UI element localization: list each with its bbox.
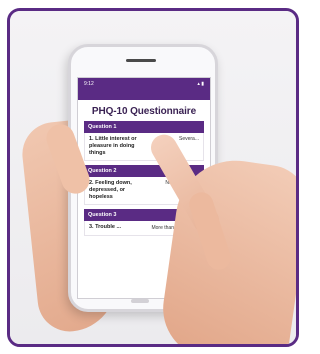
question-text: 1. Little interest or pleasure in doing … [89,136,137,156]
speaker [126,59,156,62]
image-frame: 9:12 ▴ ▮ PHQ-10 Questionnaire Question 1… [7,8,299,347]
question-card-1[interactable]: Question 1 1. Little interest or pleasur… [84,121,204,161]
status-time: 9:12 [84,81,94,87]
question-header: Question 1 [84,121,204,133]
status-icons: ▴ ▮ [197,81,204,87]
question-text: 3. Trouble ... [89,224,122,230]
home-indicator [131,299,149,303]
status-bar: 9:12 ▴ ▮ [78,78,210,90]
page-title: PHQ-10 Questionnaire [91,106,197,117]
question-text: 2. Feeling down, depressed, or hopeless [89,180,132,200]
app-header [78,90,210,100]
